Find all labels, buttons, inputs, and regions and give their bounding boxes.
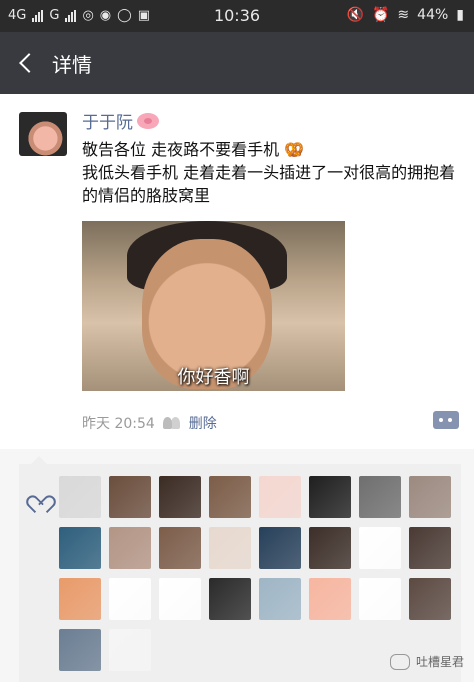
liker-avatar[interactable] xyxy=(209,476,251,518)
liker-avatar[interactable] xyxy=(209,578,251,620)
image-caption: 你好香啊 xyxy=(177,367,250,388)
liker-avatar[interactable] xyxy=(159,578,201,620)
wechat-icon xyxy=(389,653,410,670)
liker-avatar[interactable] xyxy=(259,527,301,569)
delete-link[interactable]: 删除 xyxy=(189,413,217,433)
liker-avatar[interactable] xyxy=(359,527,401,569)
liker-avatar[interactable] xyxy=(109,476,151,518)
liker-avatar[interactable] xyxy=(259,578,301,620)
liker-avatar[interactable] xyxy=(409,476,451,518)
liker-avatar[interactable] xyxy=(309,476,351,518)
back-icon[interactable] xyxy=(12,46,42,80)
liker-avatar[interactable] xyxy=(409,527,451,569)
moment-post: 于于阮 敬告各位 走夜路不要看手机 🥨 我低头看手机 走着走着一头插进了一对很高… xyxy=(0,94,474,449)
post-text: 敬告各位 走夜路不要看手机 🥨 我低头看手机 走着走着一头插进了一对很高的拥抱着… xyxy=(82,138,462,207)
likes-grid xyxy=(59,476,459,671)
status-right: 🔇 ⏰ ≋ 44% ▮ xyxy=(347,7,464,23)
people-icon xyxy=(162,417,181,429)
liker-avatar[interactable] xyxy=(259,476,301,518)
liker-avatar[interactable] xyxy=(59,476,101,518)
post-text-line-1: 敬告各位 走夜路不要看手机 🥨 xyxy=(82,140,305,159)
battery-icon: ▮ xyxy=(456,7,464,23)
mute-icon: 🔇 xyxy=(346,7,364,23)
dot-1 xyxy=(439,418,443,422)
liker-avatar[interactable] xyxy=(159,476,201,518)
liker-avatar[interactable] xyxy=(359,578,401,620)
liker-avatar[interactable] xyxy=(209,527,251,569)
author-name[interactable]: 于于阮 xyxy=(82,108,159,133)
liker-avatar[interactable] xyxy=(309,527,351,569)
post-time: 昨天 20:54 xyxy=(82,416,155,432)
liker-avatar[interactable] xyxy=(159,527,201,569)
watermark-text: 吐槽星君 xyxy=(415,655,464,669)
emoji-icon: 🥨 xyxy=(284,140,305,159)
liker-avatar[interactable] xyxy=(409,578,451,620)
liker-avatar[interactable] xyxy=(109,578,151,620)
post-text-line-2: 我低头看手机 走着走着一头插进了一对很高的拥抱着的情侣的胳肢窝里 xyxy=(82,163,456,205)
battery-percentage: 44% xyxy=(417,7,449,23)
avatar[interactable] xyxy=(19,112,67,156)
dot-2 xyxy=(448,418,452,422)
liker-avatar[interactable] xyxy=(59,629,101,671)
liker-avatar[interactable] xyxy=(309,578,351,620)
likes-panel xyxy=(19,456,461,682)
comment-button[interactable] xyxy=(433,411,459,429)
author-name-text: 于于阮 xyxy=(82,113,133,133)
watermark: 吐槽星君 xyxy=(389,653,464,670)
page-title: 详情 xyxy=(52,53,92,77)
post-image[interactable]: 你好香啊 xyxy=(82,221,345,391)
liker-avatar[interactable] xyxy=(59,578,101,620)
status-bar: 4G G ◎ ◉ ◯ ▣ 10:36 🔇 ⏰ ≋ 44% ▮ xyxy=(0,0,474,32)
pig-emoji-icon xyxy=(137,112,159,129)
heart-icon xyxy=(30,488,48,504)
alarm-icon: ⏰ xyxy=(371,7,390,23)
wifi-icon: ≋ xyxy=(397,7,410,23)
nav-bar: 详情 xyxy=(0,32,474,94)
liker-avatar[interactable] xyxy=(359,476,401,518)
post-meta: 昨天 20:54 删除 xyxy=(82,413,217,433)
liker-avatar[interactable] xyxy=(109,527,151,569)
liker-avatar[interactable] xyxy=(109,629,151,671)
liker-avatar[interactable] xyxy=(59,527,101,569)
